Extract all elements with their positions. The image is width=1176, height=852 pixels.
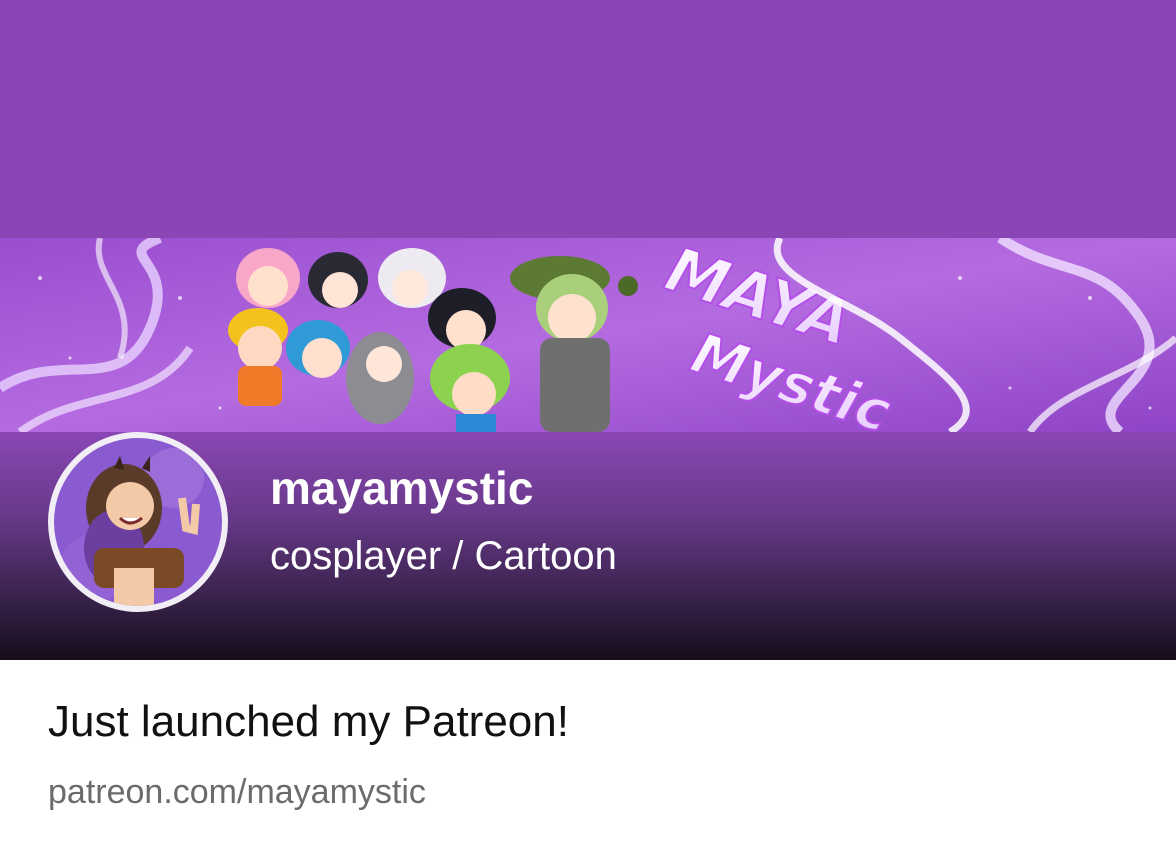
link-preview-card[interactable]: MAYA Mystic mayamystic cosplayer / Carto… [0,0,1176,852]
post-url[interactable]: patreon.com/mayamystic [48,770,426,814]
hero-background [0,0,1176,238]
post-headline[interactable]: Just launched my Patreon! [48,694,569,750]
creator-avatar[interactable] [48,432,228,612]
creator-name[interactable]: mayamystic [270,460,533,516]
creator-category: cosplayer / Cartoon [270,534,617,578]
creator-banner-image: MAYA Mystic [0,238,1176,432]
